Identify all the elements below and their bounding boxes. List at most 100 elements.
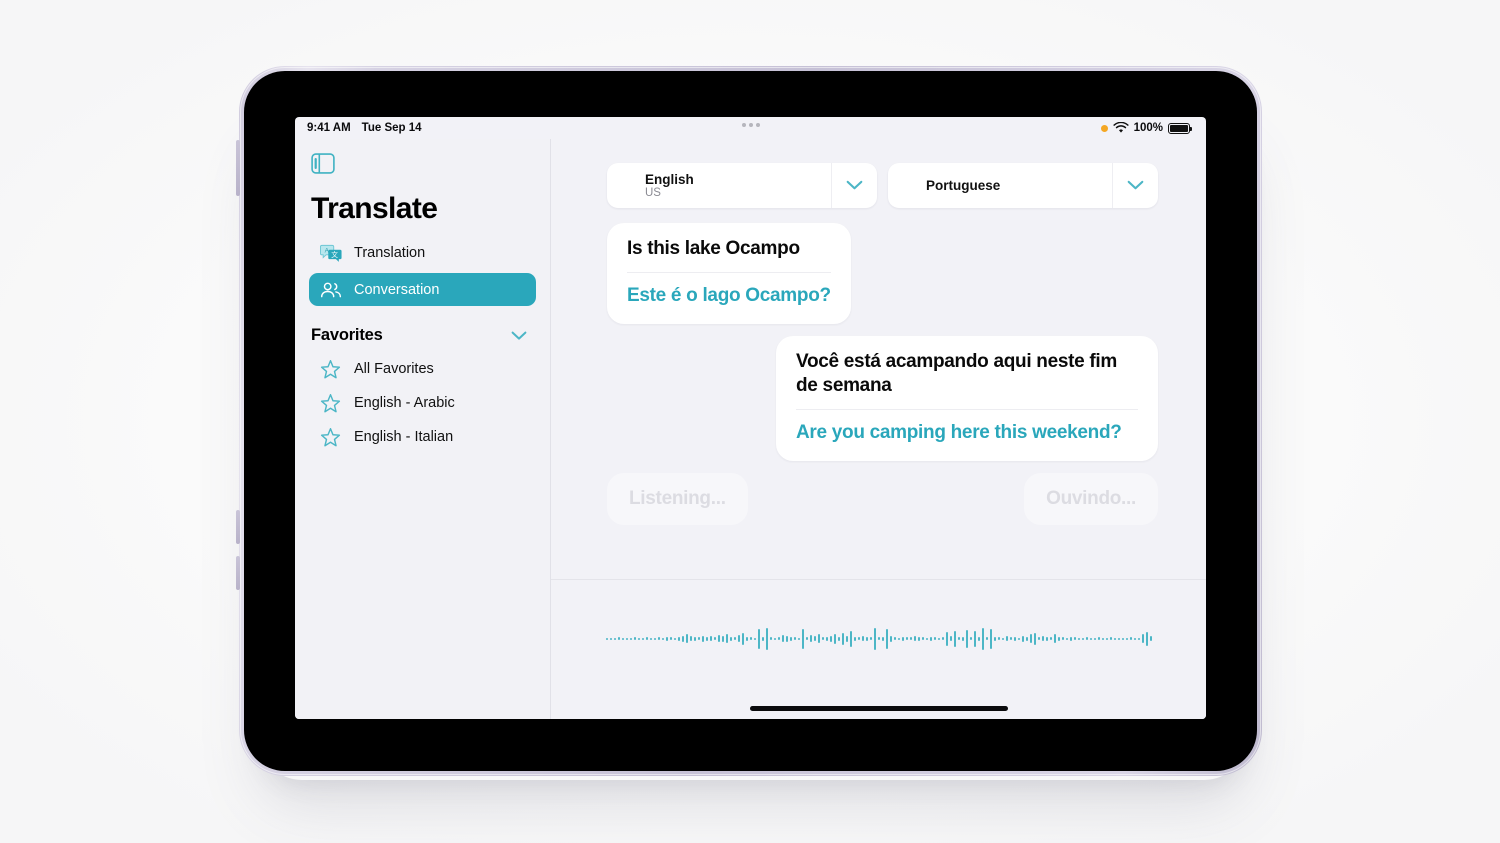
- waveform-bar: [1129, 637, 1132, 640]
- waveform-bar: [757, 628, 760, 649]
- waveform-bar: [797, 637, 800, 640]
- target-language-chevron-button[interactable]: [1112, 163, 1158, 208]
- listening-row: Listening... Ouvindo...: [607, 472, 1158, 525]
- waveform-bar: [717, 635, 720, 642]
- waveform-bar: [721, 635, 724, 642]
- sidebar-item-conversation[interactable]: Conversation: [309, 273, 536, 306]
- waveform-bar: [1145, 631, 1148, 646]
- waveform-bar: [1121, 637, 1124, 640]
- waveform-bar: [689, 636, 692, 641]
- waveform-bar: [953, 630, 956, 647]
- two-people-icon: [321, 282, 342, 297]
- waveform-bar: [749, 637, 752, 640]
- waveform-bar: [1081, 637, 1084, 640]
- target-language-name: Portuguese: [926, 177, 1001, 193]
- source-language-chevron-button[interactable]: [831, 163, 877, 208]
- app-body: Translate A 文 Translation Conversation F…: [295, 139, 1206, 719]
- waveform-bar: [1017, 637, 1020, 640]
- waveform-bar: [881, 636, 884, 641]
- waveform-bar: [933, 637, 936, 640]
- waveform-bar: [661, 637, 664, 640]
- waveform-bar: [869, 637, 872, 640]
- message-source-text: Is this lake Ocampo: [627, 237, 831, 274]
- status-bar: 9:41 AM Tue Sep 14 100%: [295, 117, 1206, 139]
- sidebar-item-label: Translation: [354, 244, 426, 261]
- waveform-bar: [1021, 635, 1024, 642]
- waveform-bar: [1009, 637, 1012, 640]
- waveform-bar: [1097, 637, 1100, 640]
- waveform-bar: [1001, 637, 1004, 640]
- waveform-bar: [1113, 637, 1116, 640]
- waveform-bar: [901, 636, 904, 641]
- battery-icon: [1168, 122, 1193, 134]
- sidebar-item-english-arabic[interactable]: English - Arabic: [309, 386, 536, 420]
- sidebar-toggle-icon[interactable]: [311, 153, 335, 174]
- waveform-bar: [725, 634, 728, 643]
- waveform-bar: [793, 637, 796, 640]
- audio-input-area[interactable]: [551, 579, 1206, 697]
- waveform-bar: [825, 636, 828, 641]
- waveform-bar: [917, 636, 920, 641]
- waveform-bar: [957, 637, 960, 640]
- translation-bubbles-icon: A 文: [320, 244, 342, 262]
- waveform-bar: [777, 637, 780, 640]
- waveform-bar: [745, 636, 748, 641]
- message-bubble-1[interactable]: Is this lake Ocampo Este é o lago Ocampo…: [607, 223, 851, 324]
- home-indicator-bar[interactable]: [749, 705, 1008, 711]
- waveform-bar: [1117, 637, 1120, 640]
- favorites-section-header[interactable]: Favorites: [311, 326, 536, 345]
- waveform-bar: [977, 636, 980, 641]
- message-translated-text: Este é o lago Ocampo?: [627, 285, 831, 307]
- audio-waveform-icon[interactable]: [605, 624, 1152, 654]
- waveform-bar: [773, 637, 776, 640]
- waveform-bar: [929, 636, 932, 641]
- waveform-bar: [993, 636, 996, 641]
- sidebar-item-english-italian[interactable]: English - Italian: [309, 420, 536, 454]
- waveform-bar: [733, 637, 736, 640]
- source-language-selector[interactable]: English US: [607, 163, 877, 208]
- waveform-bar: [865, 636, 868, 641]
- conversation-list: Is this lake Ocampo Este é o lago Ocampo…: [551, 208, 1206, 579]
- waveform-bar: [1065, 637, 1068, 640]
- sidebar-item-translation[interactable]: A 文 Translation: [309, 236, 536, 269]
- waveform-bar: [1053, 634, 1056, 643]
- chevron-down-icon[interactable]: [511, 331, 527, 341]
- waveform-bar: [649, 637, 652, 640]
- dot: [741, 123, 746, 127]
- multitasking-dots-icon[interactable]: [295, 123, 1206, 127]
- message-row: Is this lake Ocampo Este é o lago Ocampo…: [607, 223, 1158, 324]
- waveform-bar: [1045, 636, 1048, 641]
- sidebar-item-all-favorites[interactable]: All Favorites: [309, 352, 536, 386]
- waveform-bar: [857, 637, 860, 640]
- waveform-bar: [781, 635, 784, 642]
- waveform-bar: [801, 628, 804, 649]
- waveform-bar: [1025, 636, 1028, 641]
- waveform-bar: [1093, 637, 1096, 640]
- waveform-bar: [705, 636, 708, 641]
- sidebar-item-label: All Favorites: [354, 361, 434, 377]
- favorites-section-title: Favorites: [311, 326, 383, 344]
- target-language-selector[interactable]: Portuguese: [888, 163, 1158, 208]
- waveform-bar: [1125, 637, 1128, 640]
- listening-placeholder-source: Listening...: [607, 472, 748, 525]
- waveform-bar: [821, 637, 824, 640]
- waveform-bar: [925, 637, 928, 640]
- waveform-bar: [913, 636, 916, 641]
- waveform-bar: [973, 630, 976, 647]
- waveform-bar: [653, 637, 656, 640]
- source-language-region: US: [645, 186, 661, 199]
- waveform-bar: [1073, 637, 1076, 640]
- volume-up-button[interactable]: [236, 510, 240, 544]
- volume-down-button[interactable]: [236, 556, 240, 590]
- waveform-bar: [617, 637, 620, 640]
- waveform-bar: [1037, 637, 1040, 640]
- waveform-bar: [1041, 636, 1044, 641]
- waveform-bar: [1141, 634, 1144, 643]
- waveform-bar: [665, 636, 668, 641]
- message-bubble-2[interactable]: Você está acampando aqui neste fim de se…: [776, 335, 1158, 461]
- waveform-bar: [1029, 634, 1032, 643]
- power-button[interactable]: [236, 140, 240, 196]
- sidebar-item-label: English - Arabic: [354, 395, 455, 411]
- waveform-bar: [657, 637, 660, 640]
- waveform-bar: [861, 636, 864, 641]
